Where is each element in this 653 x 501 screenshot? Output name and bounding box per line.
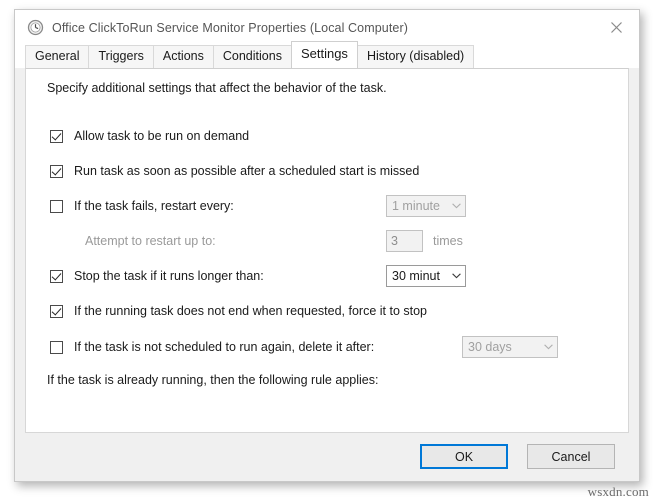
tab-triggers[interactable]: Triggers: [88, 45, 154, 68]
label-stop-if-longer: Stop the task if it runs longer than:: [74, 269, 264, 283]
task-properties-dialog: Office ClickToRun Service Monitor Proper…: [14, 9, 640, 482]
dialog-footer: OK Cancel: [15, 433, 639, 481]
tab-general[interactable]: General: [25, 45, 90, 68]
ok-button[interactable]: OK: [420, 444, 508, 469]
desktop-background: Office ClickToRun Service Monitor Proper…: [0, 0, 653, 501]
window-title: Office ClickToRun Service Monitor Proper…: [52, 20, 408, 35]
checkbox-force-stop[interactable]: [50, 304, 63, 318]
chevron-down-icon: [540, 344, 557, 350]
setting-row-run-asap[interactable]: Run task as soon as possible after a sch…: [50, 161, 419, 181]
clock-icon: [27, 19, 44, 36]
checkbox-restart-on-failure[interactable]: [50, 199, 63, 213]
combo-delete-after-duration[interactable]: 30 days: [462, 336, 558, 358]
tab-actions[interactable]: Actions: [152, 45, 214, 68]
checkbox-stop-if-longer[interactable]: [50, 269, 63, 283]
combo-stop-after-duration[interactable]: 30 minut: [386, 265, 466, 287]
chevron-down-icon: [448, 203, 465, 209]
tab-conditions[interactable]: Conditions: [212, 45, 292, 68]
input-restart-attempts[interactable]: 3: [386, 230, 423, 252]
label-delete-if-not-scheduled: If the task is not scheduled to run agai…: [74, 340, 375, 354]
combo-restart-interval[interactable]: 1 minute: [386, 195, 466, 217]
combo-stop-after-duration-value: 30 minut: [392, 269, 440, 283]
combo-restart-interval-value: 1 minute: [392, 199, 440, 213]
checkbox-run-asap[interactable]: [50, 164, 63, 178]
title-bar: Office ClickToRun Service Monitor Proper…: [15, 10, 639, 45]
close-icon[interactable]: [594, 10, 639, 44]
label-times: times: [433, 234, 463, 248]
label-run-asap: Run task as soon as possible after a sch…: [74, 164, 420, 178]
setting-row-restart-on-failure[interactable]: If the task fails, restart every:: [50, 196, 234, 216]
setting-row-stop-if-longer[interactable]: Stop the task if it runs longer than:: [50, 266, 264, 286]
tab-history[interactable]: History (disabled): [356, 45, 475, 68]
setting-row-delete-if-not-scheduled[interactable]: If the task is not scheduled to run agai…: [50, 337, 374, 357]
site-watermark: wsxdn.com: [587, 484, 649, 499]
input-restart-attempts-value: 3: [391, 234, 398, 248]
setting-row-allow-on-demand[interactable]: Allow task to be run on demand: [50, 126, 249, 146]
tab-strip: General Triggers Actions Conditions Sett…: [15, 41, 639, 68]
chevron-down-icon: [448, 273, 465, 279]
tab-settings[interactable]: Settings: [290, 41, 358, 68]
combo-delete-after-duration-value: 30 days: [468, 340, 512, 354]
label-instance-rule: If the task is already running, then the…: [47, 373, 379, 387]
settings-panel: Specify additional settings that affect …: [25, 68, 629, 433]
label-attempt-restart: Attempt to restart up to:: [85, 234, 216, 248]
cancel-button[interactable]: Cancel: [527, 444, 615, 469]
setting-row-force-stop[interactable]: If the running task does not end when re…: [50, 301, 427, 321]
panel-intro-text: Specify additional settings that affect …: [47, 81, 387, 95]
label-restart-on-failure: If the task fails, restart every:: [74, 199, 234, 213]
label-allow-on-demand: Allow task to be run on demand: [74, 129, 250, 143]
label-force-stop: If the running task does not end when re…: [74, 304, 428, 318]
checkbox-delete-if-not-scheduled[interactable]: [50, 340, 63, 354]
checkbox-allow-on-demand[interactable]: [50, 129, 63, 143]
